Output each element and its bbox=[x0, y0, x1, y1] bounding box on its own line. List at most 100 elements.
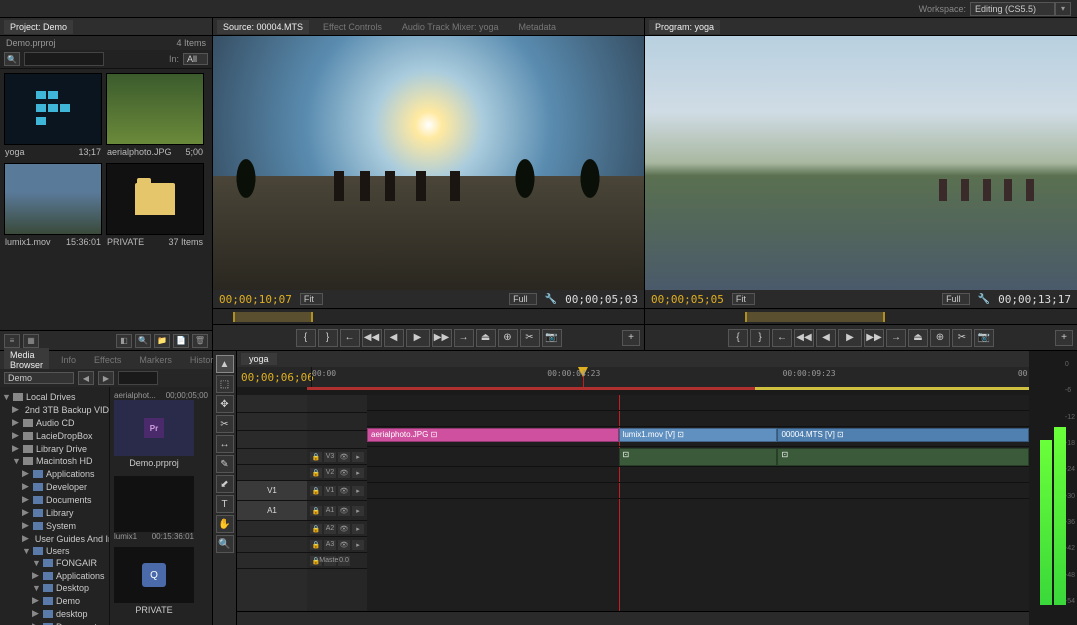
project-search-input[interactable] bbox=[24, 52, 104, 66]
track-target-V1[interactable]: V1 bbox=[237, 481, 307, 501]
effects-tab[interactable]: Effects bbox=[88, 353, 127, 367]
transport-btn-2[interactable]: ← bbox=[772, 329, 792, 347]
transport-btn-9[interactable]: ⊕ bbox=[930, 329, 950, 347]
tool-2[interactable]: ✥ bbox=[216, 395, 234, 413]
workspace-dropdown[interactable]: Editing (CS5.5) bbox=[970, 2, 1055, 16]
track-lane-V1[interactable]: aerialphoto.JPG ⊡lumix1.mov [V] ⊡00004.M… bbox=[367, 427, 1029, 447]
tree-row[interactable]: ▶System bbox=[2, 519, 107, 532]
transport-btn-6[interactable]: ▶▶ bbox=[864, 329, 884, 347]
track-header-V3[interactable]: 🔒V3👁▸ bbox=[307, 449, 367, 465]
transport-btn-10[interactable]: ✂ bbox=[520, 329, 540, 347]
track-lane-V3[interactable] bbox=[367, 395, 1029, 411]
audio-mixer-tab[interactable]: Audio Track Mixer: yoga bbox=[396, 20, 505, 34]
program-tc-current[interactable]: 00;00;05;05 bbox=[651, 293, 724, 306]
source-ruler[interactable] bbox=[213, 308, 644, 324]
tree-row[interactable]: ▶desktop bbox=[2, 607, 107, 620]
transport-btn-3[interactable]: ◀◀ bbox=[794, 329, 814, 347]
effect-controls-tab[interactable]: Effect Controls bbox=[317, 20, 388, 34]
tree-row[interactable]: ▶Documents bbox=[2, 493, 107, 506]
tree-row[interactable]: ▶Library Drive bbox=[2, 442, 107, 455]
transport-btn-1[interactable]: } bbox=[750, 329, 770, 347]
transport-btn-3[interactable]: ◀◀ bbox=[362, 329, 382, 347]
project-tab[interactable]: Project: Demo bbox=[4, 20, 73, 34]
workspace-menu-button[interactable]: ▾ bbox=[1055, 2, 1071, 16]
filter-in-dropdown[interactable]: All bbox=[183, 53, 208, 65]
tool-1[interactable]: ⬚ bbox=[216, 375, 234, 393]
tree-row[interactable]: ▶User Guides And In bbox=[2, 532, 107, 545]
bin-item-lumix[interactable]: lumix1.mov15:36:01 bbox=[4, 163, 102, 249]
source-settings-button[interactable]: 🔧 bbox=[545, 294, 557, 305]
tree-row[interactable]: ▼Desktop bbox=[2, 582, 107, 594]
track-header-V2[interactable]: 🔒V2👁▸ bbox=[307, 465, 367, 481]
program-settings-button[interactable]: 🔧 bbox=[978, 294, 990, 305]
tree-row[interactable]: ▼Local Drives bbox=[2, 391, 107, 403]
track-header-A3[interactable]: 🔒A3👁▸ bbox=[307, 537, 367, 553]
track-header-A2[interactable]: 🔒A2👁▸ bbox=[307, 521, 367, 537]
transport-btn-11[interactable]: 📷 bbox=[974, 329, 994, 347]
program-monitor-view[interactable] bbox=[645, 36, 1077, 290]
clip[interactable]: 00004.MTS [V] ⊡ bbox=[777, 428, 1029, 442]
clip[interactable]: lumix1.mov [V] ⊡ bbox=[619, 428, 778, 442]
transport-btn-8[interactable]: ⏏ bbox=[908, 329, 928, 347]
tool-5[interactable]: ✎ bbox=[216, 455, 234, 473]
search-icon[interactable]: 🔍 bbox=[4, 52, 20, 66]
track-target-A3[interactable] bbox=[237, 537, 307, 553]
tree-row[interactable]: ▼Macintosh HD bbox=[2, 455, 107, 467]
track-lane-A1[interactable]: ⊡⊡ bbox=[367, 447, 1029, 467]
track-target-V2[interactable] bbox=[237, 465, 307, 481]
audio-clip[interactable]: ⊡ bbox=[619, 448, 778, 466]
tool-6[interactable]: ⬋ bbox=[216, 475, 234, 493]
source-zoom-dropdown[interactable]: Fit bbox=[300, 293, 323, 305]
track-target-A2[interactable] bbox=[237, 521, 307, 537]
tree-row[interactable]: ▶Applications bbox=[2, 569, 107, 582]
auto-match-button[interactable]: ◧ bbox=[116, 334, 132, 348]
mb-back-button[interactable]: ◀ bbox=[78, 371, 94, 385]
program-res-dropdown[interactable]: Full bbox=[942, 293, 970, 305]
tree-row[interactable]: ▶Library bbox=[2, 506, 107, 519]
clip[interactable]: aerialphoto.JPG ⊡ bbox=[367, 428, 619, 442]
transport-btn-6[interactable]: ▶▶ bbox=[432, 329, 452, 347]
transport-btn-0[interactable]: { bbox=[296, 329, 316, 347]
transport-btn-7[interactable]: → bbox=[886, 329, 906, 347]
mb-item-private[interactable]: Q PRIVATE bbox=[114, 547, 194, 617]
program-zoom-dropdown[interactable]: Fit bbox=[732, 293, 755, 305]
tool-0[interactable]: ▲ bbox=[216, 355, 234, 373]
track-lane-V2[interactable] bbox=[367, 411, 1029, 427]
track-target-A1[interactable]: A1 bbox=[237, 501, 307, 521]
transport-btn-10[interactable]: ✂ bbox=[952, 329, 972, 347]
transport-btn-4[interactable]: ◀ bbox=[816, 329, 836, 347]
transport-btn-11[interactable]: 📷 bbox=[542, 329, 562, 347]
mb-item-demo[interactable]: Pr Demo.prproj bbox=[114, 400, 194, 470]
tree-row[interactable]: ▶LacieDropBox bbox=[2, 429, 107, 442]
track-target-V3[interactable] bbox=[237, 449, 307, 465]
timeline-scrollbar[interactable] bbox=[237, 611, 1029, 625]
mb-search-input[interactable] bbox=[118, 371, 158, 385]
transport-btn-1[interactable]: } bbox=[318, 329, 338, 347]
bin-item-yoga[interactable]: yoga13;17 bbox=[4, 73, 102, 159]
tool-3[interactable]: ✂ bbox=[216, 415, 234, 433]
source-monitor-view[interactable] bbox=[213, 36, 644, 290]
track-header-A1[interactable]: 🔒A1👁▸ bbox=[307, 501, 367, 521]
tree-row[interactable]: ▼FONGAIR bbox=[2, 557, 107, 569]
master-track[interactable]: 🔒Master0.0 bbox=[307, 553, 367, 569]
sequence-tab[interactable]: yoga bbox=[241, 353, 277, 365]
new-item-button[interactable]: 📄 bbox=[173, 334, 189, 348]
markers-tab[interactable]: Markers bbox=[133, 353, 178, 367]
metadata-tab[interactable]: Metadata bbox=[512, 20, 562, 34]
transport-btn-8[interactable]: ⏏ bbox=[476, 329, 496, 347]
transport-btn-4[interactable]: ◀ bbox=[384, 329, 404, 347]
bin-item-aerial[interactable]: aerialphoto.JPG5;00 bbox=[106, 73, 204, 159]
delete-button[interactable]: 🗑 bbox=[192, 334, 208, 348]
icon-view-button[interactable]: ▦ bbox=[23, 334, 39, 348]
program-tab[interactable]: Program: yoga bbox=[649, 20, 720, 34]
timeline-ruler[interactable]: 00:0000:00:04:2300:00:09:2300:00:14:23 bbox=[311, 367, 1025, 387]
find-button[interactable]: 🔍 bbox=[135, 334, 151, 348]
tool-8[interactable]: ✋ bbox=[216, 515, 234, 533]
transport-btn-2[interactable]: ← bbox=[340, 329, 360, 347]
mb-fwd-button[interactable]: ▶ bbox=[98, 371, 114, 385]
tool-4[interactable]: ↔ bbox=[216, 435, 234, 453]
source-tc-current[interactable]: 00;00;10;07 bbox=[219, 293, 292, 306]
transport-btn-7[interactable]: → bbox=[454, 329, 474, 347]
info-tab[interactable]: Info bbox=[55, 353, 82, 367]
program-add-button[interactable]: + bbox=[1055, 330, 1073, 346]
